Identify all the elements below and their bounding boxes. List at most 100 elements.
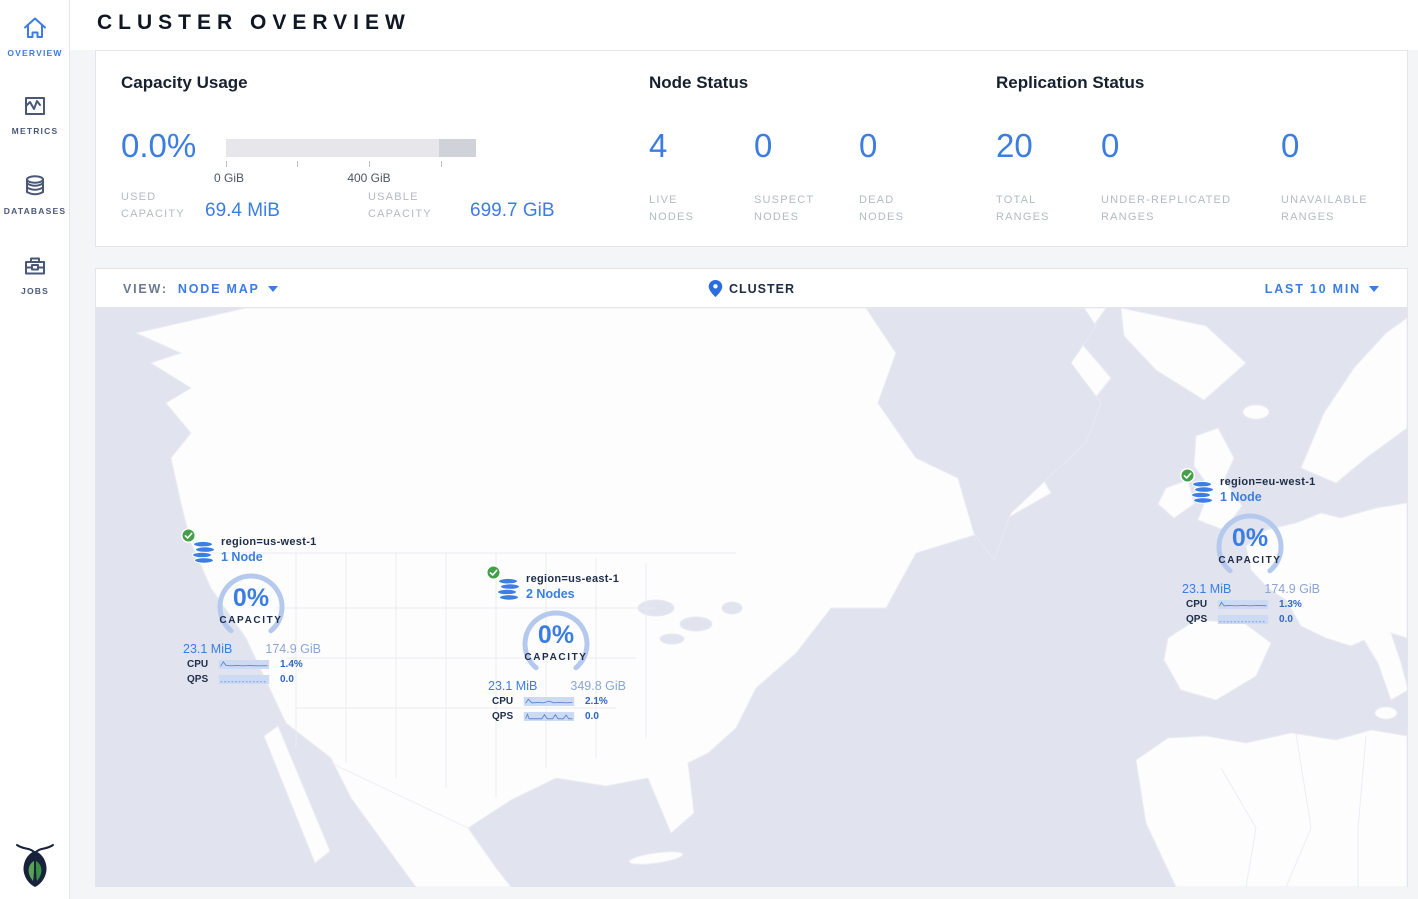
node-map-panel: VIEW: NODE MAP CLUSTER LAST 10 MIN bbox=[95, 268, 1408, 887]
cluster-overview-page: OVERVIEW METRICS DATABASES bbox=[0, 0, 1418, 899]
chevron-down-icon bbox=[1369, 286, 1379, 292]
capacity-used-percent: 0.0% bbox=[121, 127, 196, 165]
cpu-value: 1.4% bbox=[280, 659, 303, 670]
sidebar: OVERVIEW METRICS DATABASES bbox=[0, 0, 70, 899]
qps-sparkline bbox=[1214, 615, 1272, 624]
view-selector-dropdown[interactable]: NODE MAP bbox=[178, 282, 278, 296]
cpu-sparkline bbox=[215, 660, 273, 669]
sidebar-item-databases[interactable]: DATABASES bbox=[0, 172, 70, 216]
locality-used-capacity: 23.1 MiB bbox=[1182, 582, 1231, 596]
locality-node-count: 2 Nodes bbox=[526, 587, 575, 601]
capacity-percent: 0% bbox=[215, 584, 287, 613]
suspect-nodes-label: SUSPECT NODES bbox=[754, 192, 826, 226]
locality-database-icon bbox=[1191, 481, 1215, 504]
view-bar: VIEW: NODE MAP CLUSTER LAST 10 MIN bbox=[96, 269, 1407, 308]
cluster-summary-panel: Capacity Usage 0.0% 0 GiB 400 GiB USED C… bbox=[95, 50, 1408, 247]
usable-capacity-label: USABLE CAPACITY bbox=[368, 189, 470, 223]
usable-capacity-value: 699.7 GiB bbox=[470, 200, 555, 222]
locality-usable-capacity: 174.9 GiB bbox=[1264, 582, 1320, 596]
node-map[interactable]: region=us-west-1 1 Node 0% CAPACITY 23.1… bbox=[96, 308, 1407, 887]
capacity-axis-tick bbox=[297, 161, 298, 167]
locality-usable-capacity: 349.8 GiB bbox=[570, 679, 626, 693]
qps-sparkline bbox=[520, 712, 578, 721]
locality-name: region=us-east-1 bbox=[526, 573, 619, 585]
sidebar-item-label: OVERVIEW bbox=[0, 48, 70, 58]
qps-value: 0.0 bbox=[1279, 614, 1293, 625]
home-icon bbox=[21, 14, 49, 42]
sidebar-item-label: METRICS bbox=[0, 126, 70, 136]
view-selector-value: NODE MAP bbox=[178, 282, 260, 296]
locality-node-count: 1 Node bbox=[221, 550, 263, 564]
capacity-axis-label: 400 GiB bbox=[347, 171, 390, 185]
capacity-axis-tick bbox=[226, 161, 227, 167]
cpu-sparkline bbox=[520, 697, 578, 706]
capacity-axis-tick bbox=[369, 161, 370, 167]
breadcrumb-cluster: CLUSTER bbox=[729, 282, 795, 296]
cpu-value: 2.1% bbox=[585, 696, 608, 707]
capacity-donut: 0% CAPACITY bbox=[520, 608, 592, 680]
locality-node-count: 1 Node bbox=[1220, 490, 1262, 504]
qps-label: QPS bbox=[187, 674, 215, 685]
dead-nodes-label: DEAD NODES bbox=[859, 192, 921, 226]
suspect-nodes-count: 0 bbox=[754, 127, 854, 165]
qps-label: QPS bbox=[492, 711, 520, 722]
map-pin-icon bbox=[708, 280, 722, 297]
unavailable-ranges-label: UNAVAILABLE RANGES bbox=[1281, 192, 1393, 226]
live-nodes-label: LIVE NODES bbox=[649, 192, 711, 226]
cpu-label: CPU bbox=[492, 696, 520, 707]
locality-marker-us-west-1[interactable]: region=us-west-1 1 Node 0% CAPACITY 23.1… bbox=[181, 527, 321, 687]
view-label: VIEW: bbox=[123, 282, 168, 296]
capacity-bar bbox=[226, 139, 476, 157]
capacity-donut: 0% CAPACITY bbox=[1214, 511, 1286, 583]
capacity-percent: 0% bbox=[520, 621, 592, 650]
cockroachdb-logo[interactable] bbox=[14, 842, 56, 893]
unavailable-ranges-count: 0 bbox=[1281, 127, 1401, 165]
capacity-percent: 0% bbox=[1214, 524, 1286, 553]
locality-marker-eu-west-1[interactable]: region=eu-west-1 1 Node 0% CAPACITY 23.1… bbox=[1180, 467, 1320, 627]
locality-database-icon bbox=[497, 578, 521, 601]
page-title: CLUSTER OVERVIEW bbox=[97, 11, 411, 35]
locality-name: region=us-west-1 bbox=[221, 536, 317, 548]
live-nodes-count: 4 bbox=[649, 127, 749, 165]
qps-value: 0.0 bbox=[585, 711, 599, 722]
capacity-label: CAPACITY bbox=[1194, 555, 1306, 566]
time-range-dropdown[interactable]: LAST 10 MIN bbox=[1265, 269, 1379, 308]
chevron-down-icon bbox=[268, 286, 278, 292]
cockroach-bug-icon bbox=[14, 842, 56, 888]
sidebar-item-metrics[interactable]: METRICS bbox=[0, 92, 70, 136]
capacity-axis-label: 0 GiB bbox=[214, 171, 244, 185]
metrics-graph-icon bbox=[21, 92, 49, 120]
capacity-label: CAPACITY bbox=[195, 615, 307, 626]
sidebar-item-label: DATABASES bbox=[0, 206, 70, 216]
dead-nodes-count: 0 bbox=[859, 127, 959, 165]
cpu-label: CPU bbox=[187, 659, 215, 670]
cpu-sparkline bbox=[1214, 600, 1272, 609]
total-ranges-count: 20 bbox=[996, 127, 1096, 165]
under-replicated-ranges-label: UNDER-REPLICATED RANGES bbox=[1101, 192, 1261, 226]
used-capacity-label: USED CAPACITY bbox=[121, 189, 205, 223]
locality-used-capacity: 23.1 MiB bbox=[488, 679, 537, 693]
cpu-value: 1.3% bbox=[1279, 599, 1302, 610]
locality-marker-us-east-1[interactable]: region=us-east-1 2 Nodes 0% CAPACITY 23.… bbox=[486, 564, 626, 724]
sidebar-item-jobs[interactable]: JOBS bbox=[0, 252, 70, 296]
locality-used-capacity: 23.1 MiB bbox=[183, 642, 232, 656]
briefcase-icon bbox=[21, 252, 49, 280]
capacity-usage-title: Capacity Usage bbox=[121, 73, 248, 93]
time-range-value: LAST 10 MIN bbox=[1265, 282, 1361, 296]
qps-label: QPS bbox=[1186, 614, 1214, 625]
qps-value: 0.0 bbox=[280, 674, 294, 685]
sidebar-item-overview[interactable]: OVERVIEW bbox=[0, 14, 70, 58]
map-breadcrumb[interactable]: CLUSTER bbox=[708, 269, 795, 308]
locality-name: region=eu-west-1 bbox=[1220, 476, 1316, 488]
capacity-donut: 0% CAPACITY bbox=[215, 571, 287, 643]
sidebar-item-label: JOBS bbox=[0, 286, 70, 296]
total-ranges-label: TOTAL RANGES bbox=[996, 192, 1066, 226]
under-replicated-ranges-count: 0 bbox=[1101, 127, 1271, 165]
replication-status-title: Replication Status bbox=[996, 73, 1144, 93]
qps-sparkline bbox=[215, 675, 273, 684]
capacity-axis-tick bbox=[441, 161, 442, 167]
node-status-title: Node Status bbox=[649, 73, 748, 93]
capacity-label: CAPACITY bbox=[500, 652, 612, 663]
capacity-bar-reserved-segment bbox=[439, 139, 476, 157]
used-capacity-value: 69.4 MiB bbox=[205, 200, 280, 222]
